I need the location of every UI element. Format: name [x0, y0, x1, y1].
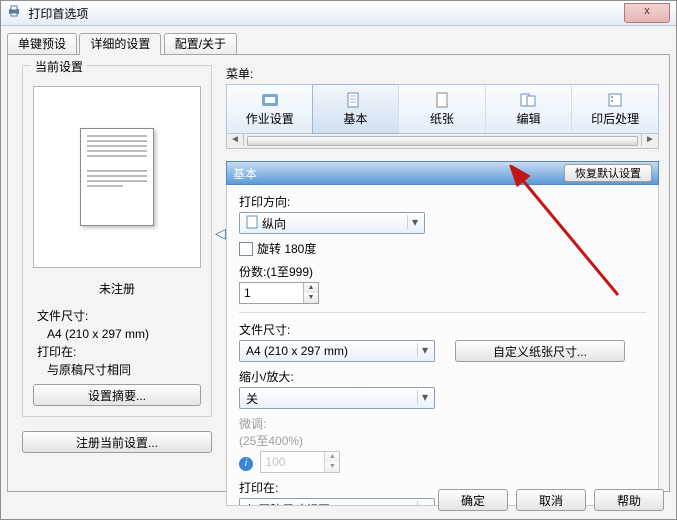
left-info: 文件尺寸: A4 (210 x 297 mm) 打印在: 与原稿尺寸相同 [37, 307, 197, 379]
doc-size-label: 文件尺寸: [239, 321, 646, 338]
toolbar-basic[interactable]: 基本 [312, 84, 400, 134]
settings-summary-button[interactable]: 设置摘要... [33, 384, 201, 406]
cancel-button[interactable]: 取消 [516, 489, 586, 511]
spin-up-icon[interactable]: ▲ [304, 283, 318, 293]
scroll-thumb[interactable] [247, 136, 638, 146]
tab-config-about[interactable]: 配置/关于 [164, 33, 237, 54]
fine-adjust-label: 微调: (25至400%) [239, 415, 646, 449]
right-pane: 菜单: 作业设置 基本 纸张 编辑 [226, 65, 659, 485]
chevron-down-icon: ▾ [417, 501, 432, 506]
edit-icon [519, 92, 539, 108]
print-on-value: 与原稿尺寸相同 [37, 361, 197, 379]
page-preview-box [33, 86, 201, 268]
register-current-settings-button[interactable]: 注册当前设置... [22, 431, 212, 453]
current-settings-fieldset: 当前设置 未注册 文件尺寸: A4 (210 x 297 mm) 打印在: 与原… [22, 65, 212, 417]
scale-label: 缩小/放大: [239, 368, 646, 385]
toolbar-scrollbar[interactable]: ◄ ► [226, 134, 659, 149]
paper-icon [432, 92, 452, 108]
print-preferences-window: 打印首选项 x 单键预设 详细的设置 配置/关于 当前设置 未注册 文件尺寸: [0, 0, 677, 520]
orientation-icon [246, 215, 258, 232]
ok-button[interactable]: 确定 [438, 489, 508, 511]
job-settings-icon [260, 92, 280, 108]
basic-form: 打印方向: 纵向 ▾ 旋转 180度 份数:(1至999) 1 ▲▼ [226, 185, 659, 506]
left-pane: 当前设置 未注册 文件尺寸: A4 (210 x 297 mm) 打印在: 与原… [22, 65, 212, 485]
scroll-right-icon[interactable]: ► [641, 134, 658, 146]
orientation-select[interactable]: 纵向 ▾ [239, 212, 425, 234]
print-on-label: 打印在: [37, 343, 197, 361]
restore-defaults-button[interactable]: 恢复默认设置 [564, 164, 652, 182]
doc-size-value: A4 (210 x 297 mm) [37, 325, 197, 343]
toolbar-edit[interactable]: 编辑 [485, 85, 572, 133]
close-button[interactable]: x [624, 3, 670, 23]
copies-label: 份数:(1至999) [239, 263, 646, 280]
current-settings-legend: 当前设置 [31, 58, 87, 75]
toolbar-job-settings[interactable]: 作业设置 [227, 85, 313, 133]
menu-toolbar: 作业设置 基本 纸张 编辑 印后处理 [226, 84, 659, 134]
scale-select[interactable]: 关 ▾ [239, 387, 435, 409]
doc-size-label: 文件尺寸: [37, 307, 197, 325]
dialog-buttons: 确定 取消 帮助 [438, 489, 664, 511]
scroll-left-icon[interactable]: ◄ [227, 134, 244, 146]
collapse-handle-icon[interactable]: ◁ [215, 225, 226, 242]
tab-detailed-settings[interactable]: 详细的设置 [79, 33, 161, 55]
print-on-select[interactable]: 与原稿尺寸相同 ▾ [239, 498, 435, 506]
fine-adjust-spinner: 100 ▲▼ [260, 451, 340, 473]
unregistered-label: 未注册 [33, 280, 201, 297]
spin-down-icon[interactable]: ▼ [304, 293, 318, 303]
rotate-180-checkbox[interactable]: 旋转 180度 [239, 240, 316, 257]
orientation-label: 打印方向: [239, 193, 646, 210]
finishing-icon [605, 92, 625, 108]
basic-icon [345, 92, 365, 108]
chevron-down-icon: ▾ [407, 215, 422, 229]
tab-one-key-preset[interactable]: 单键预设 [7, 33, 77, 54]
tab-page: 当前设置 未注册 文件尺寸: A4 (210 x 297 mm) 打印在: 与原… [7, 54, 670, 492]
toolbar-paper[interactable]: 纸张 [398, 85, 485, 133]
spin-down-icon: ▼ [325, 462, 339, 472]
checkbox-box-icon [239, 242, 253, 256]
copies-spinner[interactable]: 1 ▲▼ [239, 282, 319, 304]
section-title: 基本 [233, 165, 257, 182]
toolbar-finishing[interactable]: 印后处理 [571, 85, 658, 133]
chevron-down-icon: ▾ [417, 390, 432, 404]
doc-size-select[interactable]: A4 (210 x 297 mm) ▾ [239, 340, 435, 362]
printer-icon [7, 2, 21, 26]
tab-strip: 单键预设 详细的设置 配置/关于 [7, 32, 676, 54]
window-title: 打印首选项 [28, 7, 88, 21]
chevron-down-icon: ▾ [417, 343, 432, 357]
titlebar: 打印首选项 x [1, 1, 676, 26]
basic-section-header: 基本 恢复默认设置 [226, 161, 659, 185]
spin-up-icon: ▲ [325, 452, 339, 462]
page-preview-icon [80, 128, 154, 226]
custom-paper-size-button[interactable]: 自定义纸张尺寸... [455, 340, 625, 362]
help-button[interactable]: 帮助 [594, 489, 664, 511]
info-icon[interactable]: i [239, 457, 253, 471]
menus-label: 菜单: [226, 65, 659, 82]
